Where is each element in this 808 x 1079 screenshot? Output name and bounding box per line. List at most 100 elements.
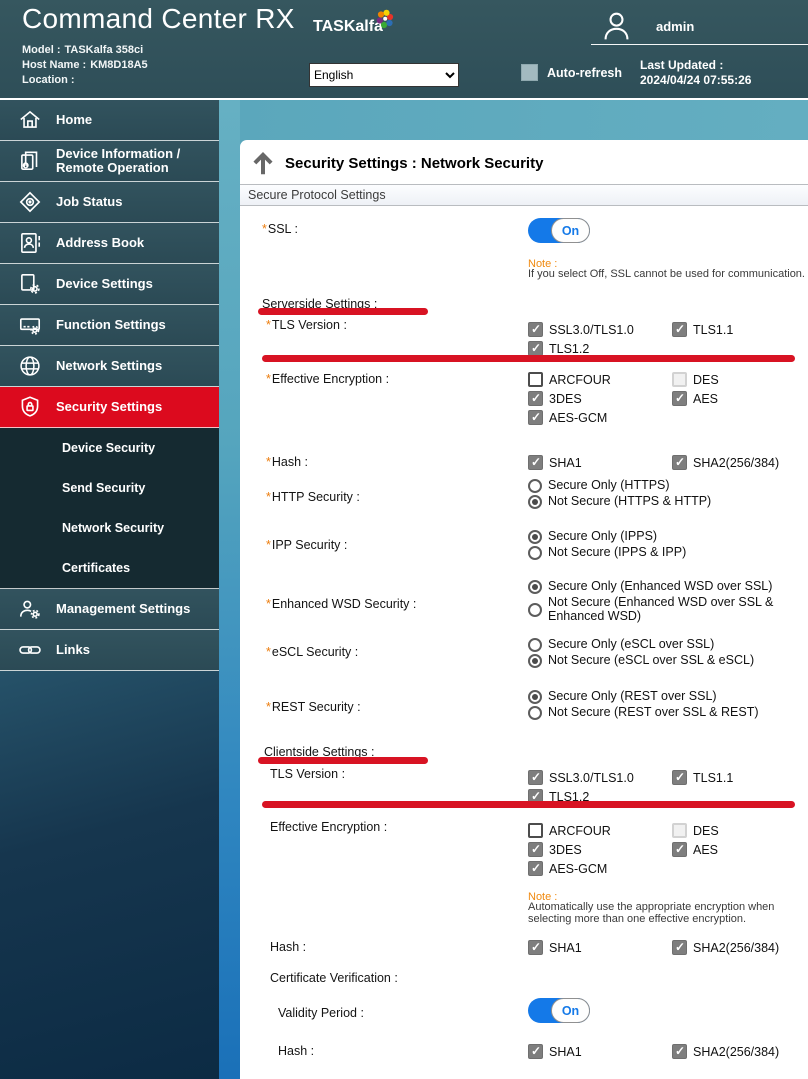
- submenu-item-certificates[interactable]: Certificates: [0, 548, 219, 588]
- sidebar-item-home[interactable]: Home: [0, 100, 219, 141]
- checkbox-server-sha2: [672, 455, 687, 470]
- content-panel: Security Settings : Network Security Sec…: [240, 140, 808, 1079]
- last-updated-label: Last Updated :: [640, 58, 751, 73]
- annotation-line-serverside: [258, 308, 428, 315]
- sidebar-item-address-book[interactable]: Address Book: [0, 223, 219, 264]
- client-note-text: Automatically use the appropriate encryp…: [528, 902, 808, 925]
- sidebar-item-device-information[interactable]: Device Information / Remote Operation: [0, 141, 219, 182]
- page-title: Security Settings : Network Security: [285, 155, 543, 172]
- checkbox-server-aes-gcm: [528, 410, 543, 425]
- validity-toggle-state: On: [551, 998, 590, 1023]
- header: Command Center RX Model :TASKalfa 358ci …: [0, 0, 808, 100]
- validity-period-toggle[interactable]: On: [528, 998, 590, 1023]
- checkbox-client-aes: [672, 842, 687, 857]
- content-left-strip: [219, 100, 240, 1079]
- sidebar-item-device-settings[interactable]: Device Settings: [0, 264, 219, 305]
- submenu-item-device-security[interactable]: Device Security: [0, 428, 219, 468]
- back-up-arrow-icon[interactable]: [248, 148, 278, 178]
- location-label: Location :: [22, 74, 75, 86]
- checkbox-server-arcfour[interactable]: [528, 372, 543, 387]
- validity-period-label: Validity Period :: [278, 1006, 364, 1020]
- address-book-icon: [15, 230, 45, 256]
- ssl-toggle-state: On: [551, 218, 590, 243]
- submenu-item-send-security[interactable]: Send Security: [0, 468, 219, 508]
- checkbox-cert-sha2: [672, 1044, 687, 1059]
- model-value: TASKalfa 358ci: [65, 44, 144, 56]
- logged-in-user: admin: [656, 19, 694, 34]
- checkbox-client-ssl30-tls10: [528, 770, 543, 785]
- language-select[interactable]: English: [309, 63, 459, 87]
- function-settings-icon: [15, 312, 45, 338]
- server-encryption-label: *Effective Encryption :: [266, 372, 389, 386]
- checkbox-server-tls12: [528, 341, 543, 356]
- wsd-security-label: *Enhanced WSD Security :: [266, 597, 416, 611]
- radio-rest-secure-only[interactable]: [528, 690, 542, 704]
- checkbox-cert-sha1: [528, 1044, 543, 1059]
- checkbox-client-arcfour[interactable]: [528, 823, 543, 838]
- header-divider: [591, 44, 808, 45]
- management-settings-icon: [15, 596, 45, 622]
- auto-refresh-checkbox[interactable]: [521, 64, 538, 81]
- home-icon: [15, 107, 45, 133]
- checkbox-server-ssl30-tls10: [528, 322, 543, 337]
- checkbox-server-3des: [528, 391, 543, 406]
- checkbox-client-3des: [528, 842, 543, 857]
- checkbox-server-aes: [672, 391, 687, 406]
- device-info-icon: [15, 148, 45, 174]
- radio-wsd-not-secure[interactable]: [528, 603, 542, 617]
- sidebar-filler: [0, 671, 219, 1079]
- hostname-label: Host Name :: [22, 59, 86, 71]
- radio-http-secure-only[interactable]: [528, 479, 542, 493]
- app-title: Command Center RX: [22, 3, 295, 35]
- ipp-security-label: *IPP Security :: [266, 538, 347, 552]
- escl-security-label: *eSCL Security :: [266, 645, 358, 659]
- radio-ipp-not-secure[interactable]: [528, 546, 542, 560]
- checkbox-server-des: [672, 372, 687, 387]
- checkbox-client-sha2: [672, 940, 687, 955]
- main-area: Security Settings : Network Security Sec…: [240, 100, 808, 1079]
- submenu-item-network-security[interactable]: Network Security: [0, 508, 219, 548]
- pinwheel-icon: [373, 8, 397, 32]
- security-submenu: Device Security Send Security Network Se…: [0, 428, 219, 589]
- annotation-line-clientside: [258, 757, 428, 764]
- checkbox-client-aes-gcm: [528, 861, 543, 876]
- checkbox-server-tls11: [672, 322, 687, 337]
- sidebar-item-security-settings[interactable]: Security Settings: [0, 387, 219, 428]
- radio-wsd-secure-only[interactable]: [528, 580, 542, 594]
- http-security-label: *HTTP Security :: [266, 490, 360, 504]
- sidebar-item-management-settings[interactable]: Management Settings: [0, 589, 219, 630]
- sidebar-item-network-settings[interactable]: Network Settings: [0, 346, 219, 387]
- sidebar-item-links[interactable]: Links: [0, 630, 219, 671]
- checkbox-client-tls11: [672, 770, 687, 785]
- user-icon: [599, 9, 634, 44]
- client-tls-label: TLS Version :: [270, 767, 345, 781]
- ssl-label: *SSL :: [262, 222, 298, 236]
- network-settings-icon: [15, 353, 45, 379]
- server-tls-label: *TLS Version :: [266, 318, 347, 332]
- ssl-toggle[interactable]: On: [528, 218, 590, 243]
- certificate-verification-heading: Certificate Verification :: [270, 971, 398, 985]
- radio-escl-not-secure[interactable]: [528, 654, 542, 668]
- annotation-line-client-tls: [262, 801, 795, 808]
- radio-escl-secure-only[interactable]: [528, 638, 542, 652]
- model-label: Model :: [22, 44, 61, 56]
- checkbox-server-sha1: [528, 455, 543, 470]
- client-hash-label: Hash :: [270, 940, 306, 954]
- section-secure-protocol-settings: Secure Protocol Settings: [240, 184, 808, 206]
- radio-http-not-secure[interactable]: [528, 495, 542, 509]
- sidebar-item-job-status[interactable]: Job Status: [0, 182, 219, 223]
- radio-ipp-secure-only[interactable]: [528, 530, 542, 544]
- sidebar-item-function-settings[interactable]: Function Settings: [0, 305, 219, 346]
- radio-rest-not-secure[interactable]: [528, 706, 542, 720]
- cert-hash-label: Hash :: [278, 1044, 314, 1058]
- last-updated-value: 2024/04/24 07:55:26: [640, 73, 751, 88]
- sidebar: Home Device Information / Remote Operati…: [0, 100, 219, 1079]
- last-updated: Last Updated : 2024/04/24 07:55:26: [640, 58, 751, 88]
- auto-refresh-label: Auto-refresh: [547, 66, 622, 80]
- taskalfa-logo: TASKalfa: [313, 18, 383, 36]
- device-settings-icon: [15, 271, 45, 297]
- annotation-line-server-tls: [262, 355, 795, 362]
- job-status-icon: [15, 189, 45, 215]
- hostname-value: KM8D18A5: [90, 59, 147, 71]
- links-icon: [15, 637, 45, 663]
